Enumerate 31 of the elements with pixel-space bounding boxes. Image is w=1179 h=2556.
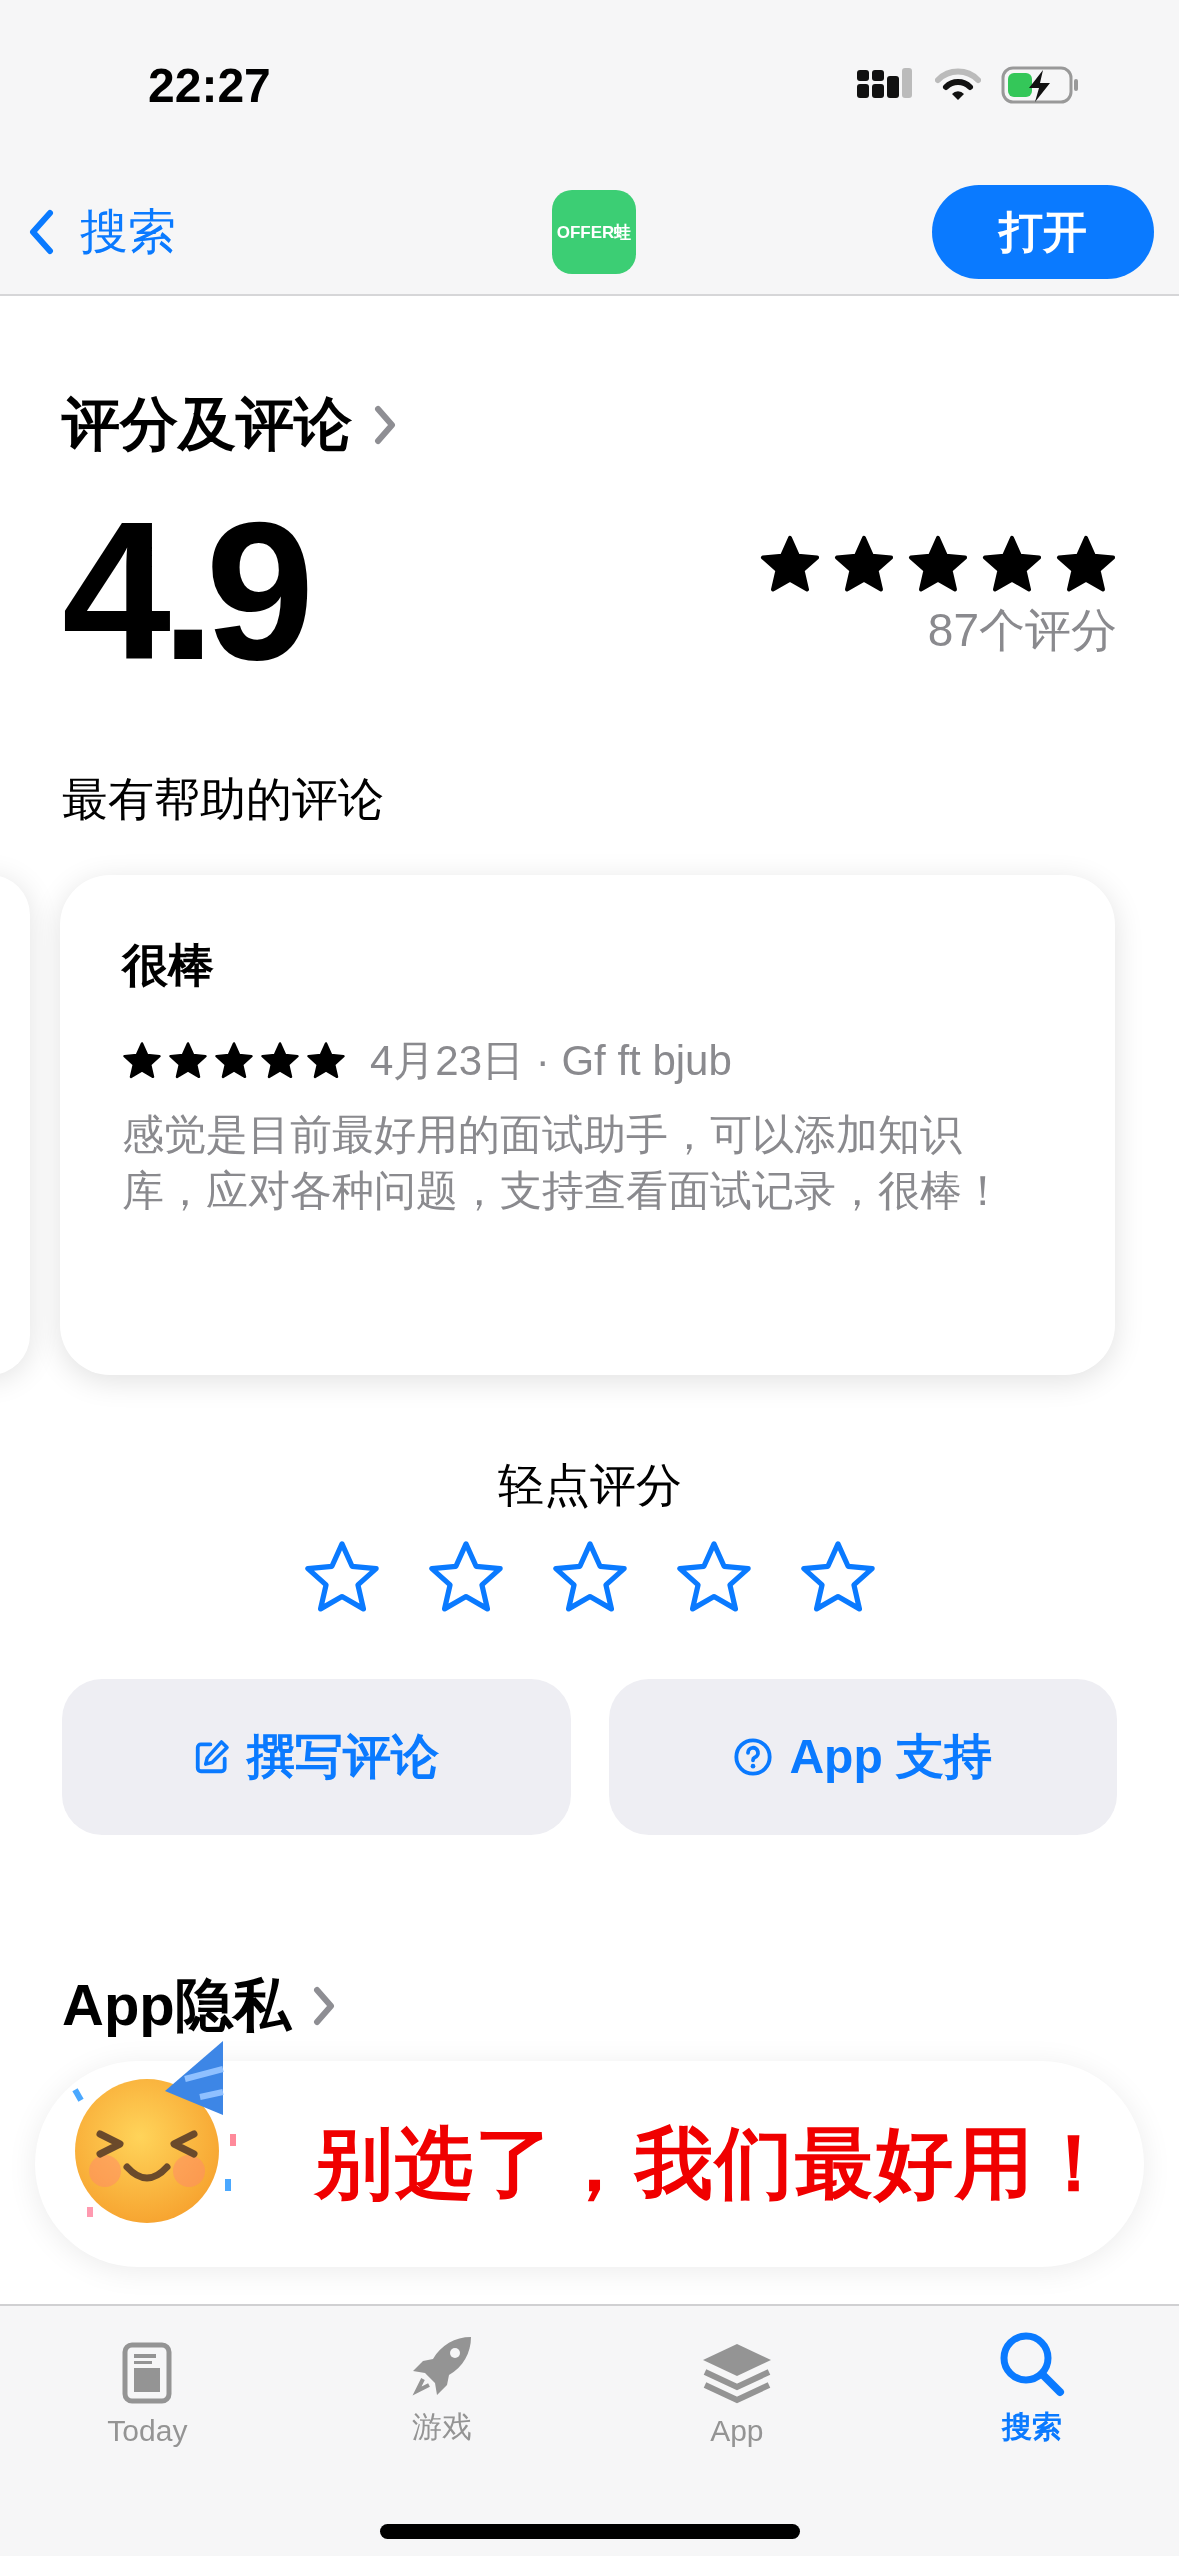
battery-icon <box>1001 65 1079 105</box>
app-support-button[interactable]: App 支持 <box>608 1679 1117 1835</box>
chevron-icon <box>312 1986 335 2026</box>
section-heading[interactable]: 评分及评论 <box>62 386 352 464</box>
review-text: 感觉是目前最好用的面试助手，可以添加知识库，应对各种问题，支持查看面试记录，很棒！ <box>122 1110 1005 1216</box>
rocket-icon <box>411 2335 474 2397</box>
tab-bar-item[interactable]: 游戏 <box>342 2322 543 2448</box>
write-review-button[interactable]: 撰写评论 <box>62 1679 571 1835</box>
review-card[interactable]: 很棒 4月23日 · Gf ft bjub 感觉是目前最好用的面试助手，可以添加知识库，应对各种问题，支持查看面试记录，很棒！ <box>60 875 1115 1375</box>
promo-slogan: 别选了，我们最好用！ <box>315 2117 1115 2209</box>
average-score: 4.9 <box>62 494 305 690</box>
page-icon <box>122 2342 173 2404</box>
tab-bar-item[interactable]: App <box>636 2322 837 2448</box>
tab-bar-item[interactable]: Today <box>47 2322 248 2448</box>
section-heading[interactable]: App隐私 <box>62 1967 291 2045</box>
chevron-icon <box>374 405 396 445</box>
help-icon <box>733 1737 774 1777</box>
open-button[interactable]: 打开 <box>932 185 1154 279</box>
compose-icon <box>193 1738 232 1776</box>
rating-count: 87个评分 <box>927 603 1117 658</box>
tab-bar-item[interactable]: 搜索 <box>931 2322 1132 2448</box>
section-title: 最有帮助的评论 <box>62 772 385 827</box>
wifi-icon <box>935 68 981 102</box>
status-time: 22:27 <box>148 57 271 113</box>
back-link[interactable]: 搜索 <box>28 200 176 264</box>
back-chevron-icon <box>28 209 54 255</box>
search-icon <box>998 2331 1065 2397</box>
review-meta: 4月23日 · Gf ft bjub <box>370 1036 732 1086</box>
app-logo: OFFER蛙 <box>552 190 636 274</box>
tap-to-rate-label: 轻点评分 <box>497 1458 682 1513</box>
review-title: 很棒 <box>122 938 215 993</box>
